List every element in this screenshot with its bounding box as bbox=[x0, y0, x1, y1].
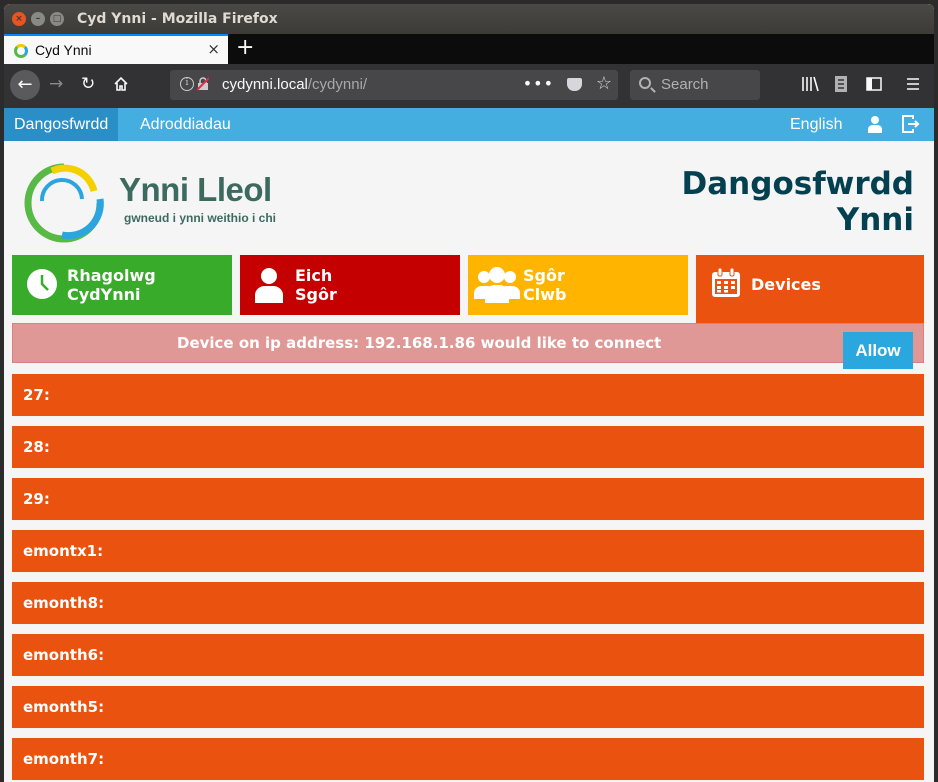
device-row[interactable]: emonth8: bbox=[12, 582, 924, 624]
language-selector[interactable]: English bbox=[780, 108, 852, 141]
tile-your-score[interactable]: Eich Sgôr bbox=[240, 255, 460, 315]
tile-devices-label: Devices bbox=[751, 275, 821, 294]
clock-icon bbox=[27, 269, 57, 299]
menu-icon[interactable] bbox=[906, 77, 920, 91]
new-tab-button[interactable]: + bbox=[236, 35, 254, 61]
user-icon bbox=[255, 268, 283, 303]
reload-button[interactable]: ↻ bbox=[81, 74, 95, 94]
insecure-lock-icon[interactable] bbox=[197, 77, 209, 91]
browser-tab[interactable]: Cyd Ynni × bbox=[4, 34, 228, 64]
device-row[interactable]: 29: bbox=[12, 478, 924, 520]
ynni-lleol-logo-icon bbox=[24, 163, 104, 243]
search-bar[interactable]: Search bbox=[630, 70, 760, 100]
tile-forecast[interactable]: Rhagolwg CydYnni bbox=[12, 255, 232, 315]
sidebar-icon[interactable] bbox=[866, 76, 882, 92]
tile-your-score-line2: Sgôr bbox=[295, 285, 337, 304]
logo-tagline: gwneud i ynni weithio i chi bbox=[124, 211, 277, 225]
device-row[interactable]: 28: bbox=[12, 426, 924, 468]
pocket-icon[interactable] bbox=[567, 78, 582, 91]
device-row[interactable]: 27: bbox=[12, 374, 924, 416]
window-close-button[interactable]: × bbox=[12, 12, 26, 26]
tab-bar: Cyd Ynni × + bbox=[4, 34, 934, 64]
logo-title: Ynni Lleol bbox=[119, 171, 272, 208]
notice-message: Device on ip address: 192.168.1.86 would… bbox=[177, 334, 662, 352]
logout-icon[interactable] bbox=[902, 115, 920, 133]
web-page: Dangosfwrdd Adroddiadau English Ynni Lle… bbox=[4, 108, 934, 782]
tab-title: Cyd Ynni bbox=[35, 42, 92, 58]
page-header: Ynni Lleol gwneud i ynni weithio i chi D… bbox=[4, 141, 934, 251]
allow-button[interactable]: Allow bbox=[843, 332, 913, 369]
tile-club-score-line2: Clwb bbox=[523, 285, 567, 304]
device-row[interactable]: emontx1: bbox=[12, 530, 924, 572]
window-title: Cyd Ynni - Mozilla Firefox bbox=[77, 11, 278, 27]
tile-forecast-line2: CydYnni bbox=[67, 285, 141, 304]
reader-view-icon[interactable] bbox=[834, 75, 848, 93]
url-host: cydynni.local bbox=[222, 76, 308, 93]
window-maximize-button[interactable]: □ bbox=[50, 12, 64, 26]
account-icon[interactable] bbox=[867, 115, 883, 133]
device-list: 27: 28: 29: emontx1: emonth8: emonth6: emonth5… bbox=[12, 374, 924, 782]
page-title-line2: Ynni bbox=[836, 202, 914, 238]
device-row[interactable]: emonth6: bbox=[12, 634, 924, 676]
page-title: Dangosfwrdd Ynni bbox=[514, 166, 914, 238]
browser-window: × – □ Cyd Ynni - Mozilla Firefox Cyd Ynn… bbox=[4, 4, 934, 782]
navigation-toolbar: ← → ↻ i cydynni.local/cydynni/ ••• ☆ Sea… bbox=[4, 64, 934, 108]
tile-your-score-line1: Eich bbox=[295, 266, 333, 285]
nav-reports[interactable]: Adroddiadau bbox=[130, 108, 241, 141]
title-bar: × – □ Cyd Ynni - Mozilla Firefox bbox=[4, 4, 934, 34]
tab-close-icon[interactable]: × bbox=[207, 40, 220, 58]
forward-button[interactable]: → bbox=[49, 74, 63, 94]
calendar-icon bbox=[712, 267, 740, 297]
url-bar[interactable]: i cydynni.local/cydynni/ ••• ☆ bbox=[170, 70, 618, 100]
device-connect-notice: Device on ip address: 192.168.1.86 would… bbox=[12, 323, 924, 369]
window-minimize-button[interactable]: – bbox=[31, 12, 45, 26]
device-row[interactable]: emonth7: bbox=[12, 738, 924, 780]
tile-devices[interactable]: Devices bbox=[696, 255, 924, 323]
tile-club-score-line1: Sgôr bbox=[523, 266, 565, 285]
back-button[interactable]: ← bbox=[10, 70, 40, 100]
device-row[interactable]: emonth5: bbox=[12, 686, 924, 728]
favicon-icon bbox=[14, 44, 28, 58]
bookmark-star-icon[interactable]: ☆ bbox=[596, 73, 612, 94]
tile-forecast-line1: Rhagolwg bbox=[67, 266, 156, 285]
url-path: /cydynni/ bbox=[307, 76, 368, 93]
nav-dashboard[interactable]: Dangosfwrdd bbox=[4, 108, 119, 141]
page-title-line1: Dangosfwrdd bbox=[681, 166, 914, 202]
section-tiles: Rhagolwg CydYnni Eich Sgôr Sgôr Clwb Dev… bbox=[12, 255, 924, 323]
home-icon[interactable] bbox=[113, 76, 129, 92]
app-navbar: Dangosfwrdd Adroddiadau English bbox=[4, 108, 934, 141]
site-info-icon[interactable]: i bbox=[180, 77, 194, 91]
search-placeholder: Search bbox=[661, 76, 709, 93]
page-actions-icon[interactable]: ••• bbox=[523, 74, 554, 93]
search-icon bbox=[639, 77, 651, 89]
tile-club-score[interactable]: Sgôr Clwb bbox=[468, 255, 688, 315]
url-text[interactable]: cydynni.local/cydynni/ bbox=[222, 76, 367, 93]
group-icon bbox=[474, 267, 520, 303]
library-icon[interactable] bbox=[801, 76, 819, 92]
